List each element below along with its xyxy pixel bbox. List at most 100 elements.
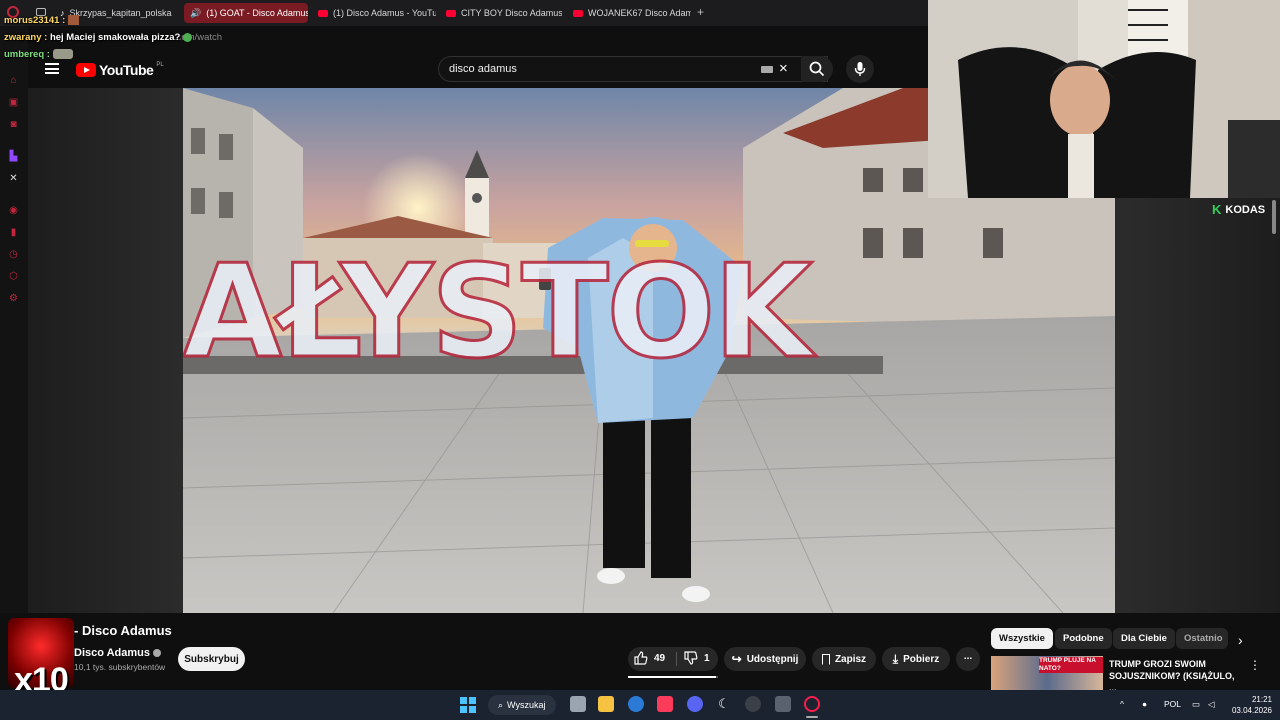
verified-icon bbox=[153, 649, 162, 657]
messenger-icon[interactable]: ▣ bbox=[7, 96, 20, 109]
thumbs-down-icon bbox=[684, 651, 698, 665]
chat-message: zwarany : hej Maciej smakowała pizza? bbox=[4, 32, 192, 43]
chat-username: morus23141 : bbox=[4, 15, 66, 26]
speaker-icon: 🔊 bbox=[190, 7, 202, 18]
tab-label: (1) GOAT - Disco Adamus bbox=[206, 8, 308, 18]
download-label: Pobierz bbox=[903, 653, 940, 665]
chip-ostatnio[interactable]: Ostatnio bbox=[1176, 628, 1228, 649]
share-button[interactable]: ↪ Udostępnij bbox=[724, 647, 806, 671]
youtube-masthead: YouTube PL disco adamus × bbox=[28, 50, 928, 88]
tab-label: CITY BOY Disco Adamus bbox=[461, 8, 562, 18]
page-scrollbar[interactable] bbox=[1272, 200, 1276, 234]
chat-emote bbox=[52, 49, 73, 60]
volume-icon[interactable]: ◁ bbox=[1208, 699, 1215, 710]
like-button[interactable]: 49 bbox=[634, 651, 665, 665]
share-icon: ↪ bbox=[731, 652, 742, 666]
clear-search-icon[interactable]: × bbox=[779, 60, 788, 77]
more-horizontal-icon: ... bbox=[963, 651, 973, 662]
youtube-icon bbox=[446, 9, 456, 17]
region-code: PL bbox=[156, 62, 164, 68]
windows-start-icon[interactable] bbox=[460, 697, 476, 713]
kodas-watermark: K KODAS bbox=[1212, 202, 1265, 217]
tab-city-boy[interactable]: CITY BOY Disco Adamus bbox=[440, 3, 562, 23]
like-divider bbox=[676, 652, 677, 666]
chip-wszystkie[interactable]: Wszystkie bbox=[991, 628, 1053, 649]
youtube-icon bbox=[573, 9, 583, 17]
tab-label: WOJANEK67 Disco Adamus bbox=[588, 8, 691, 18]
settings-gear-icon[interactable]: ⚙ bbox=[7, 292, 20, 305]
search-icon bbox=[809, 61, 825, 77]
hamburger-menu-icon[interactable] bbox=[45, 63, 59, 74]
calculator-icon[interactable] bbox=[775, 696, 791, 712]
music-app-icon[interactable] bbox=[657, 696, 673, 712]
file-explorer-icon[interactable] bbox=[598, 696, 614, 712]
video-title: - Disco Adamus bbox=[74, 623, 172, 638]
subscribe-button[interactable]: Subskrybuj bbox=[178, 647, 245, 671]
search-button[interactable] bbox=[801, 56, 833, 82]
keyboard-icon[interactable] bbox=[761, 66, 773, 73]
player-icon[interactable]: ◉ bbox=[7, 204, 20, 217]
microphone-tray-icon[interactable]: ● bbox=[1142, 699, 1147, 709]
dislike-button[interactable]: 1 bbox=[684, 651, 710, 665]
search-glass-icon: ⌕ bbox=[498, 699, 504, 710]
chat-username: zwarany : bbox=[4, 32, 48, 43]
extensions-icon[interactable]: ⬡ bbox=[7, 270, 20, 283]
search-input[interactable]: disco adamus × bbox=[438, 56, 828, 82]
tab-label: Skrzypas_kapitan_polska bbox=[69, 8, 172, 18]
bookmark-icon[interactable]: ▮ bbox=[7, 226, 20, 239]
new-tab-button[interactable]: + bbox=[697, 5, 704, 19]
like-count: 49 bbox=[654, 652, 666, 664]
recommendation-item[interactable]: TRUMP PLUJE NA NATO? TRUMP GROZI SWOIM S… bbox=[991, 656, 1261, 693]
browser-tab-bar: ♪ Skrzypas_kapitan_polska 🔊 (1) GOAT - D… bbox=[0, 0, 928, 26]
youtube-logo[interactable]: YouTube PL bbox=[76, 62, 164, 78]
chat-text: hej Maciej smakowała pizza? bbox=[49, 32, 181, 43]
like-progress-fill bbox=[628, 676, 717, 678]
clock[interactable]: 21:21 03.04.2026 bbox=[1228, 694, 1272, 716]
like-progress-bar bbox=[628, 676, 718, 678]
instagram-icon[interactable]: ◙ bbox=[7, 118, 20, 131]
more-actions-button[interactable]: ... bbox=[956, 647, 980, 671]
chip-podobne[interactable]: Podobne bbox=[1055, 628, 1112, 649]
browser-sidebar: ⌂ ▣ ◙ ▙ ✕ ◉ ▮ ◷ ⬡ ⚙ bbox=[0, 26, 28, 690]
channel-name-text: Disco Adamus bbox=[74, 647, 151, 659]
save-button[interactable]: Zapisz bbox=[812, 647, 876, 671]
subscriber-count: 10,1 tys. subskrybentów bbox=[74, 662, 166, 672]
share-label: Udostępnij bbox=[746, 653, 799, 665]
recommendation-thumbnail: TRUMP PLUJE NA NATO? bbox=[991, 656, 1103, 690]
tab-wojanek67[interactable]: WOJANEK67 Disco Adamus bbox=[567, 3, 691, 23]
clock-date: 03.04.2026 bbox=[1231, 706, 1272, 715]
search-query: disco adamus bbox=[449, 63, 517, 75]
kebab-menu-icon[interactable]: ⋮ bbox=[1249, 658, 1261, 672]
chevron-right-icon[interactable]: › bbox=[1238, 632, 1243, 648]
edge-browser-icon[interactable] bbox=[628, 696, 644, 712]
twitch-icon[interactable]: ▙ bbox=[7, 150, 20, 163]
dislike-count: 1 bbox=[704, 652, 710, 664]
app-c-icon[interactable]: ☾ bbox=[716, 696, 732, 712]
chat-emote bbox=[183, 32, 192, 42]
clock-time: 21:21 bbox=[1251, 695, 1272, 704]
tab-goat-disco-adamus[interactable]: 🔊 (1) GOAT - Disco Adamus bbox=[184, 3, 308, 23]
tab-disco-adamus-youtube[interactable]: (1) Disco Adamus - YouTube bbox=[312, 3, 436, 23]
voice-search-button[interactable] bbox=[846, 55, 874, 83]
download-button[interactable]: ⤓ Pobierz bbox=[882, 647, 950, 671]
chevron-up-icon[interactable]: ^ bbox=[1120, 699, 1124, 709]
youtube-logo-text: YouTube bbox=[99, 62, 154, 78]
webcam-frame bbox=[928, 0, 1280, 198]
history-icon[interactable]: ◷ bbox=[7, 248, 20, 261]
thumbnail-text: TRUMP PLUJE NA NATO? bbox=[1039, 657, 1103, 673]
channel-name[interactable]: Disco Adamus bbox=[74, 647, 162, 659]
active-app-indicator bbox=[806, 716, 818, 718]
save-label: Zapisz bbox=[834, 653, 867, 665]
aria-icon[interactable]: ⌂ bbox=[7, 74, 20, 87]
opera-gx-icon[interactable] bbox=[804, 696, 820, 712]
bookmark-save-icon bbox=[821, 653, 830, 665]
network-icon[interactable]: ▭ bbox=[1192, 699, 1200, 710]
kodas-logo-icon: K bbox=[1212, 202, 1222, 217]
steam-icon[interactable] bbox=[745, 696, 761, 712]
discord-icon[interactable] bbox=[687, 696, 703, 712]
x-icon[interactable]: ✕ bbox=[7, 172, 20, 185]
chip-dla-ciebie[interactable]: Dla Ciebie bbox=[1113, 628, 1175, 649]
language-indicator[interactable]: POL bbox=[1164, 699, 1181, 709]
taskbar-search[interactable]: ⌕ Wyszukaj bbox=[488, 695, 556, 715]
task-view-icon[interactable] bbox=[570, 696, 586, 712]
